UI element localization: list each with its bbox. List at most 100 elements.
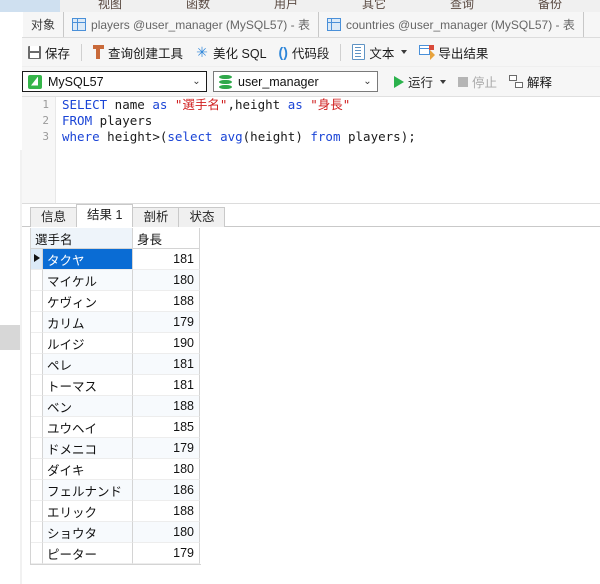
cell-height[interactable]: 179 [133, 312, 200, 333]
table-row[interactable]: タクヤ 181 [31, 249, 200, 270]
menu-item-4[interactable]: 查询 [418, 0, 506, 12]
row-marker[interactable] [31, 354, 43, 375]
cell-name[interactable]: カリム [43, 312, 133, 333]
stop-button-label: 停止 [472, 76, 498, 90]
results-tab-3[interactable]: 状态 [178, 207, 226, 227]
chevron-down-icon[interactable] [440, 79, 447, 84]
row-marker[interactable] [31, 480, 43, 501]
row-marker[interactable] [31, 543, 43, 564]
menu-item-6[interactable]: 自动运行 [594, 0, 600, 12]
cell-height[interactable]: 188 [133, 501, 200, 522]
sql-token: FROM [62, 113, 93, 128]
cell-name[interactable]: ピーター [43, 543, 133, 564]
cell-name[interactable]: ユウヘイ [43, 417, 133, 438]
cell-name[interactable]: フェルナンド [43, 480, 133, 501]
table-row[interactable]: ドメニコ 179 [31, 438, 200, 459]
menu-item-list[interactable]: 视图函数用户其它查询备份自动运行设置 [66, 0, 600, 12]
table-row[interactable]: ダイキ 180 [31, 459, 200, 480]
menu-item-2[interactable]: 用户 [242, 0, 330, 12]
table-row[interactable]: トーマス 181 [31, 375, 200, 396]
row-marker[interactable] [31, 333, 43, 354]
table-row[interactable]: ペレ 181 [31, 354, 200, 375]
save-button[interactable]: 保存 [22, 41, 76, 64]
export-result-button[interactable]: 导出结果 [413, 41, 494, 64]
menu-item-5[interactable]: 备份 [506, 0, 594, 12]
table-row[interactable]: カリム 179 [31, 312, 200, 333]
table-grid-icon [72, 18, 87, 31]
sql-editor[interactable]: 123 SELECT name as "選手名",height as "身長" F… [22, 96, 600, 204]
cell-name[interactable]: ドメニコ [43, 438, 133, 459]
text-view-button[interactable]: 文本 [346, 41, 413, 64]
cell-name[interactable]: ダイキ [43, 459, 133, 480]
cell-height[interactable]: 186 [133, 480, 200, 501]
chevron-down-icon[interactable] [401, 50, 408, 54]
cell-name[interactable]: ルイジ [43, 333, 133, 354]
table-row[interactable]: ルイジ 190 [31, 333, 200, 354]
cell-name[interactable]: ペレ [43, 354, 133, 375]
cell-height[interactable]: 185 [133, 417, 200, 438]
results-grid-bottom-border [31, 564, 201, 565]
beautify-sql-button[interactable]: ✳ 美化 SQL [189, 41, 273, 64]
tab-objects[interactable]: 对象 [23, 12, 65, 37]
results-tab-0[interactable]: 信息 [30, 207, 78, 227]
row-marker[interactable] [31, 312, 43, 333]
cell-height[interactable]: 181 [133, 354, 200, 375]
tab-countries[interactable]: countries @user_manager (MySQL57) - 表 [318, 12, 584, 37]
connection-select[interactable]: MySQL57 ⌄ [22, 71, 207, 92]
table-row[interactable]: フェルナンド 186 [31, 480, 200, 501]
row-marker[interactable] [31, 417, 43, 438]
chevron-down-icon[interactable]: ⌄ [187, 72, 206, 91]
column-header-height[interactable]: 身長 [133, 228, 200, 249]
row-marker[interactable] [31, 459, 43, 480]
cell-height[interactable]: 179 [133, 438, 200, 459]
code-snippet-button[interactable]: () 代码段 [273, 41, 336, 64]
cell-height[interactable]: 188 [133, 396, 200, 417]
row-marker[interactable] [31, 522, 43, 543]
menu-item-1[interactable]: 函数 [154, 0, 242, 12]
query-builder-button[interactable]: 查询创建工具 [87, 41, 189, 64]
column-header-name[interactable]: 選手名 [31, 228, 133, 249]
cell-name[interactable]: ショウタ [43, 522, 133, 543]
cell-name[interactable]: ベン [43, 396, 133, 417]
navicat-query-window: 视图函数用户其它查询备份自动运行设置 对象 players @user_mana… [0, 0, 600, 584]
cell-name[interactable]: マイケル [43, 270, 133, 291]
cell-name[interactable]: ケヴィン [43, 291, 133, 312]
menu-item-0[interactable]: 视图 [66, 0, 154, 12]
cell-name[interactable]: トーマス [43, 375, 133, 396]
cell-height[interactable]: 181 [133, 375, 200, 396]
cell-height[interactable]: 179 [133, 543, 200, 564]
cell-height[interactable]: 181 [133, 249, 200, 270]
row-marker[interactable] [31, 270, 43, 291]
results-tab-2[interactable]: 剖析 [132, 207, 180, 227]
cell-height[interactable]: 180 [133, 270, 200, 291]
chevron-down-icon[interactable]: ⌄ [358, 72, 377, 91]
table-row[interactable]: ユウヘイ 185 [31, 417, 200, 438]
explain-button[interactable]: 解释 [503, 70, 558, 93]
menu-item-3[interactable]: 其它 [330, 0, 418, 12]
cell-name[interactable]: タクヤ [43, 249, 133, 270]
row-marker[interactable] [31, 501, 43, 522]
table-row[interactable]: ピーター 179 [31, 543, 200, 564]
sql-code-area[interactable]: SELECT name as "選手名",height as "身長" FROM … [62, 97, 600, 204]
cell-height[interactable]: 180 [133, 459, 200, 480]
cell-height[interactable]: 180 [133, 522, 200, 543]
table-row[interactable]: ベン 188 [31, 396, 200, 417]
tab-players[interactable]: players @user_manager (MySQL57) - 表 [64, 12, 319, 37]
toolbar-separator [340, 43, 342, 61]
row-marker[interactable] [31, 375, 43, 396]
cell-name[interactable]: エリック [43, 501, 133, 522]
cell-height[interactable]: 188 [133, 291, 200, 312]
cell-height[interactable]: 190 [133, 333, 200, 354]
database-select[interactable]: user_manager ⌄ [213, 71, 378, 92]
run-button[interactable]: 运行 [388, 70, 452, 93]
table-row[interactable]: ケヴィン 188 [31, 291, 200, 312]
table-row[interactable]: エリック 188 [31, 501, 200, 522]
row-marker[interactable] [31, 438, 43, 459]
row-marker[interactable] [31, 249, 43, 270]
row-marker[interactable] [31, 396, 43, 417]
results-tab-1[interactable]: 结果 1 [76, 204, 134, 227]
results-grid[interactable]: 選手名 身長 タクヤ 181 マイケル 180 ケヴィン 188 カリム 179 ルイジ 190 ペ… [30, 228, 201, 565]
table-row[interactable]: ショウタ 180 [31, 522, 200, 543]
row-marker[interactable] [31, 291, 43, 312]
table-row[interactable]: マイケル 180 [31, 270, 200, 291]
